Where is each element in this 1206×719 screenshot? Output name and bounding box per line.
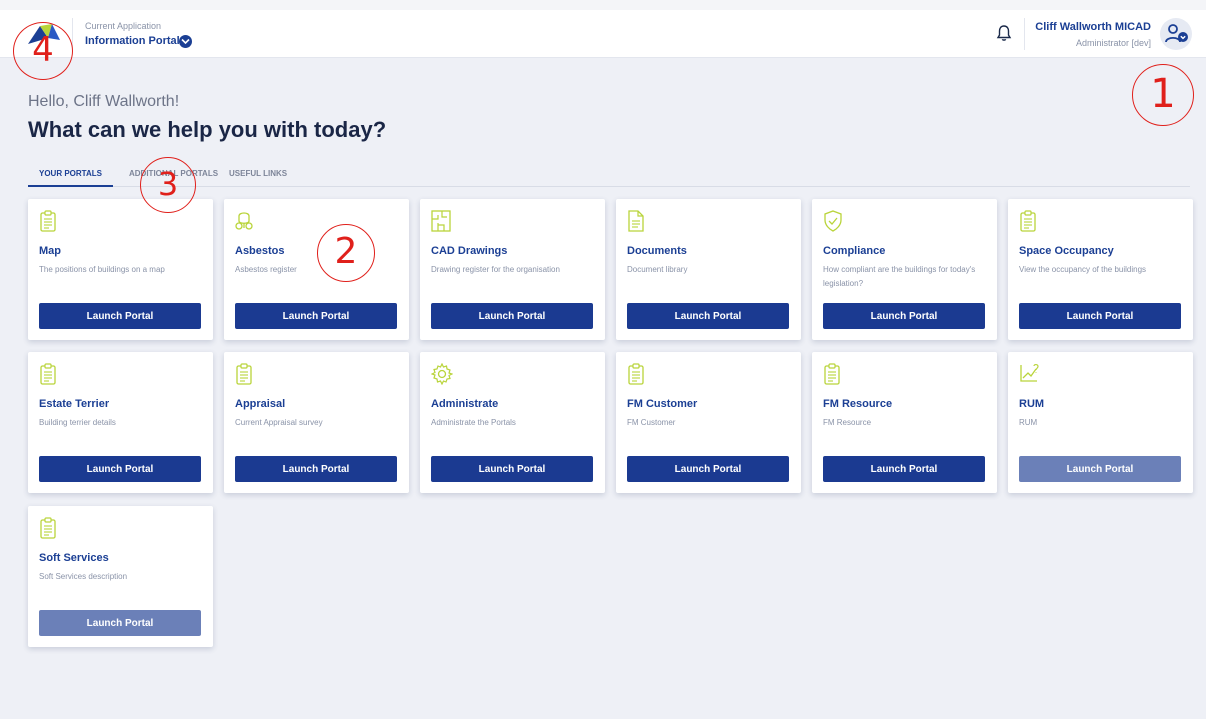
portal-card: Administrate Administrate the Portals Laun…	[420, 352, 605, 493]
portal-card: Map The positions of buildings on a map La…	[28, 199, 213, 340]
launch-portal-button[interactable]: Launch Portal	[39, 610, 201, 636]
annotation-marker: 2	[317, 224, 375, 282]
user-name[interactable]: Cliff Wallworth MICAD	[1035, 21, 1151, 33]
app-caption: Current Application	[85, 21, 162, 31]
launch-portal-button[interactable]: Launch Portal	[627, 303, 789, 329]
portal-description: Current Appraisal survey	[235, 418, 323, 427]
clipboard-icon	[39, 363, 57, 385]
portal-description: Administrate the Portals	[431, 418, 516, 427]
portal-description: Drawing register for the organisation	[431, 265, 560, 274]
portal-card: Estate Terrier Building terrier details La…	[28, 352, 213, 493]
portal-description: Soft Services description	[39, 572, 128, 581]
portal-card: CAD Drawings Drawing register for the org…	[420, 199, 605, 340]
floorplan-icon	[431, 210, 451, 232]
portal-description: FM Customer	[627, 418, 676, 427]
portal-title: Estate Terrier	[39, 398, 110, 410]
portal-title: Map	[39, 245, 61, 257]
portal-title: Space Occupancy	[1019, 245, 1114, 257]
app-selector-label[interactable]: Information Portal	[85, 35, 180, 47]
portal-title: Appraisal	[235, 398, 286, 410]
page-title: What can we help you with today?	[28, 117, 387, 142]
portal-description: Document library	[627, 265, 688, 274]
portal-card: Compliance How compliant are the building…	[812, 199, 997, 340]
portal-title: Administrate	[431, 398, 499, 410]
portal-title: Compliance	[823, 245, 886, 257]
header-divider	[1024, 18, 1025, 50]
launch-portal-button[interactable]: Launch Portal	[1019, 303, 1181, 329]
portal-title: CAD Drawings	[431, 245, 508, 257]
clipboard-icon	[1019, 210, 1037, 232]
app-header: Current Application Information Portal C…	[0, 10, 1206, 58]
portal-tabs: YOUR PORTALS ADDITIONAL PORTALS USEFUL L…	[28, 163, 1190, 187]
respirator-icon	[235, 210, 253, 232]
portal-title: Asbestos	[235, 245, 285, 257]
gear-icon	[430, 362, 454, 386]
portal-title: Documents	[627, 245, 687, 257]
tab-your-portals[interactable]: YOUR PORTALS	[28, 163, 113, 187]
annotation-marker: 3	[140, 157, 196, 213]
launch-portal-button[interactable]: Launch Portal	[823, 456, 985, 482]
launch-portal-button[interactable]: Launch Portal	[431, 456, 593, 482]
annotation-marker: 4	[13, 22, 73, 80]
portal-description: Building terrier details	[39, 418, 116, 427]
greeting: Hello, Cliff Wallworth!	[28, 93, 180, 110]
portal-card: Appraisal Current Appraisal survey Launch …	[224, 352, 409, 493]
clipboard-icon	[823, 363, 841, 385]
user-role: Administrator [dev]	[1075, 38, 1151, 48]
portal-card: Space Occupancy View the occupancy of the…	[1008, 199, 1193, 340]
portal-title: FM Resource	[823, 398, 893, 410]
chevron-down-icon[interactable]	[179, 35, 192, 48]
portal-description: View the occupancy of the buildings	[1019, 265, 1147, 274]
clipboard-icon	[39, 517, 57, 539]
launch-portal-button[interactable]: Launch Portal	[39, 456, 201, 482]
portal-card: FM Resource FM Resource Launch Portal	[812, 352, 997, 493]
portal-title: RUM	[1019, 398, 1045, 410]
launch-portal-button[interactable]: Launch Portal	[1019, 456, 1181, 482]
clipboard-icon	[235, 363, 253, 385]
bell-icon[interactable]	[996, 24, 1012, 42]
portal-description: FM Resource	[823, 418, 872, 427]
portal-description: How compliant are the buildings for toda…	[823, 265, 976, 288]
clipboard-icon	[39, 210, 57, 232]
clipboard-icon	[627, 363, 645, 385]
shield-check-icon	[823, 210, 842, 232]
tab-useful-links[interactable]: USEFUL LINKS	[218, 163, 298, 187]
browser-top-strip	[0, 0, 1206, 10]
document-icon	[627, 210, 645, 232]
portal-title: FM Customer	[627, 398, 698, 410]
launch-portal-button[interactable]: Launch Portal	[627, 456, 789, 482]
portal-card: RUM RUM Launch Portal	[1008, 352, 1193, 493]
launch-portal-button[interactable]: Launch Portal	[823, 303, 985, 329]
launch-portal-button[interactable]: Launch Portal	[431, 303, 593, 329]
launch-portal-button[interactable]: Launch Portal	[235, 456, 397, 482]
portal-card: Asbestos Asbestos register Launch Portal	[224, 199, 409, 340]
launch-portal-button[interactable]: Launch Portal	[235, 303, 397, 329]
portal-card: Documents Document library Launch Portal	[616, 199, 801, 340]
portal-description: The positions of buildings on a map	[39, 265, 165, 274]
launch-portal-button[interactable]: Launch Portal	[39, 303, 201, 329]
portal-title: Soft Services	[39, 552, 109, 564]
portal-description: RUM	[1019, 418, 1038, 427]
annotation-marker: 1	[1132, 64, 1194, 126]
chart-icon	[1019, 363, 1039, 385]
portal-description: Asbestos register	[235, 265, 297, 274]
portal-card: Soft Services Soft Services description La…	[28, 506, 213, 647]
portal-card: FM Customer FM Customer Launch Portal	[616, 352, 801, 493]
user-avatar-icon[interactable]	[1160, 18, 1192, 50]
